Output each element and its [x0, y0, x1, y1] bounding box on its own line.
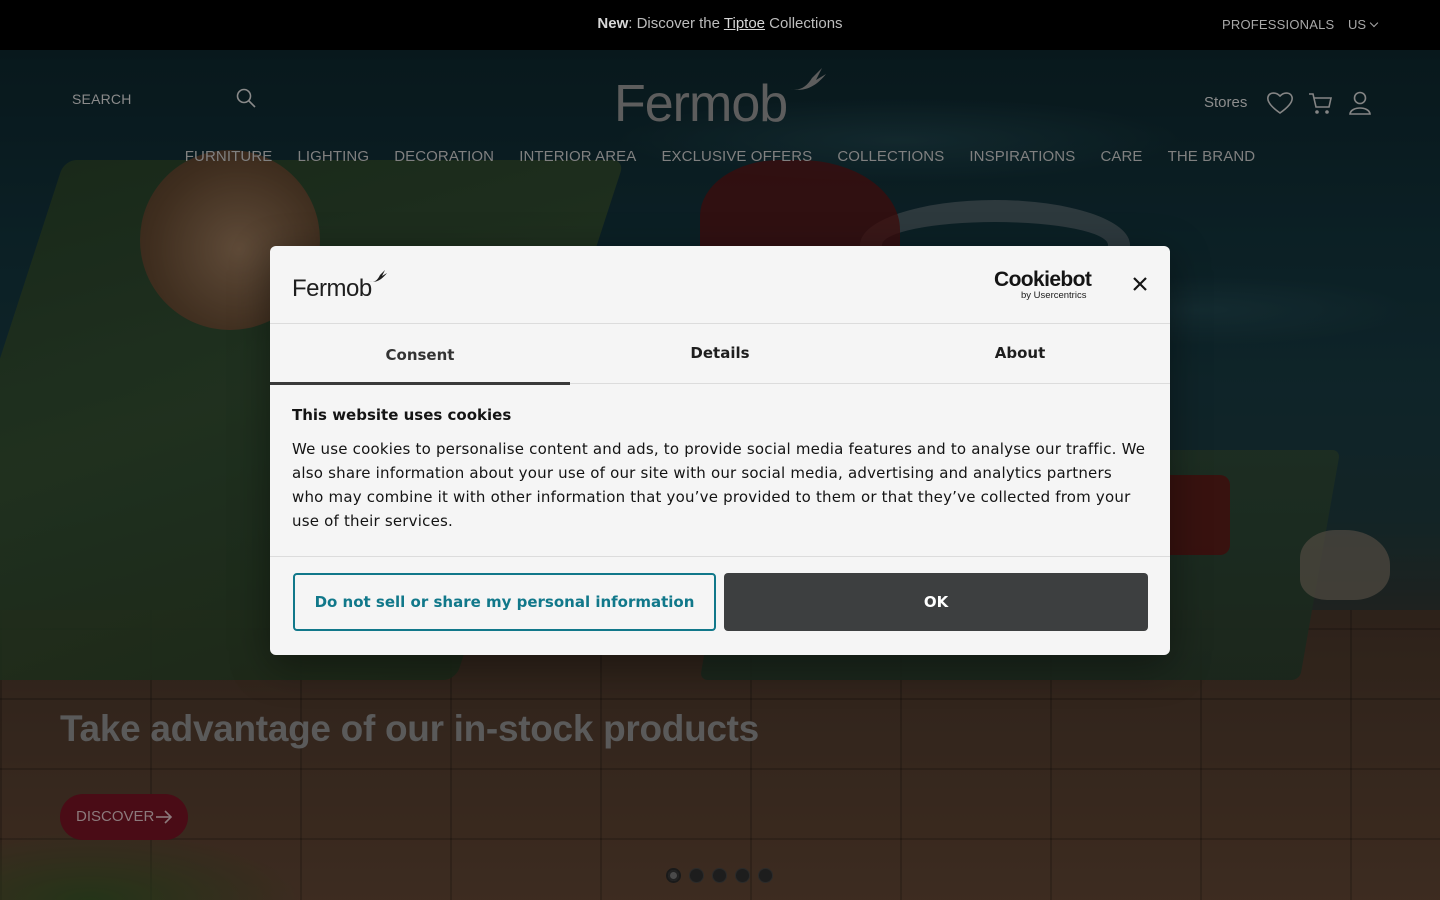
discover-label: DISCOVER: [76, 808, 155, 825]
nav-item-exclusive-offers[interactable]: EXCLUSIVE OFFERS: [661, 148, 812, 165]
site-logo[interactable]: Fermob: [614, 66, 828, 133]
wishlist-button[interactable]: [1266, 90, 1294, 118]
dialog-tabs: Consent Details About: [270, 324, 1170, 385]
slide-dot-3[interactable]: [712, 868, 727, 883]
bird-icon: [369, 270, 387, 282]
dialog-brand-text: Fermob: [292, 275, 372, 302]
tab-details-label: Details: [690, 344, 750, 362]
do-not-sell-label: Do not sell or share my personal informa…: [314, 593, 695, 611]
dialog-description: We use cookies to personalise content an…: [292, 440, 1146, 530]
tab-consent-label: Consent: [385, 346, 455, 364]
ok-label: OK: [923, 593, 949, 611]
cart-button[interactable]: [1307, 90, 1333, 118]
nav-item-care[interactable]: CARE: [1100, 148, 1142, 165]
locale-label: US: [1348, 17, 1367, 32]
logo-text: Fermob: [614, 75, 788, 133]
search-input[interactable]: SEARCH: [72, 91, 132, 107]
heart-icon: [1267, 92, 1293, 114]
tab-details[interactable]: Details: [570, 324, 870, 384]
search-box[interactable]: SEARCH: [60, 80, 260, 118]
cookiebot-sub: by Usercentrics: [1021, 290, 1087, 301]
dialog-footer: Do not sell or share my personal informa…: [270, 556, 1170, 655]
announcement-new-label: New: [597, 15, 629, 32]
tab-consent[interactable]: Consent: [270, 324, 570, 385]
ok-button[interactable]: OK: [724, 573, 1148, 631]
professionals-link[interactable]: PROFESSIONALS: [1222, 17, 1334, 32]
locale-selector[interactable]: US: [1348, 17, 1379, 32]
account-button[interactable]: [1348, 90, 1372, 118]
nav-item-lighting[interactable]: LIGHTING: [297, 148, 369, 165]
close-icon[interactable]: [1130, 274, 1150, 294]
dialog-body: This website uses cookies We use cookies…: [292, 406, 1148, 533]
cookie-consent-dialog: Fermob Cookiebot by Usercentrics Consent…: [270, 246, 1170, 655]
announcement-post: Collections: [765, 15, 843, 32]
main-navigation: FURNITURE LIGHTING DECORATION INTERIOR A…: [0, 146, 1440, 166]
announcement-pre: : Discover the: [628, 15, 724, 32]
slide-dot-1[interactable]: [666, 868, 681, 883]
nav-item-furniture[interactable]: FURNITURE: [185, 148, 273, 165]
nav-item-interior-area[interactable]: INTERIOR AREA: [519, 148, 636, 165]
dialog-brand-logo: Fermob: [292, 269, 392, 302]
nav-item-the-brand[interactable]: THE BRAND: [1168, 148, 1256, 165]
slide-dot-2[interactable]: [689, 868, 704, 883]
cart-icon: [1309, 93, 1332, 114]
cookiebot-wordmark: Cookiebot: [994, 268, 1092, 291]
nav-item-collections[interactable]: COLLECTIONS: [837, 148, 944, 165]
hero-title: Take advantage of our in-stock products: [60, 708, 759, 749]
tab-about-label: About: [994, 344, 1046, 362]
announcement-link[interactable]: Tiptoe: [724, 15, 765, 32]
do-not-sell-button[interactable]: Do not sell or share my personal informa…: [293, 573, 716, 631]
dialog-header: Fermob Cookiebot by Usercentrics: [270, 246, 1170, 324]
announcement-bar: New: Discover the Tiptoe Collections PRO…: [0, 0, 1440, 50]
discover-button[interactable]: DISCOVER: [60, 794, 188, 840]
bird-icon: [788, 68, 826, 90]
slide-dot-4[interactable]: [735, 868, 750, 883]
dialog-heading: This website uses cookies: [292, 406, 512, 424]
cookiebot-logo[interactable]: Cookiebot by Usercentrics: [994, 268, 1098, 301]
nav-item-inspirations[interactable]: INSPIRATIONS: [969, 148, 1075, 165]
user-icon: [1349, 91, 1371, 115]
chevron-down-icon: [1369, 18, 1379, 28]
stores-link[interactable]: Stores: [1204, 94, 1247, 122]
tab-about[interactable]: About: [870, 324, 1170, 384]
slide-dot-5[interactable]: [758, 868, 773, 883]
arrow-right-icon: [156, 810, 173, 824]
nav-item-decoration[interactable]: DECORATION: [394, 148, 494, 165]
search-icon[interactable]: [236, 88, 256, 108]
